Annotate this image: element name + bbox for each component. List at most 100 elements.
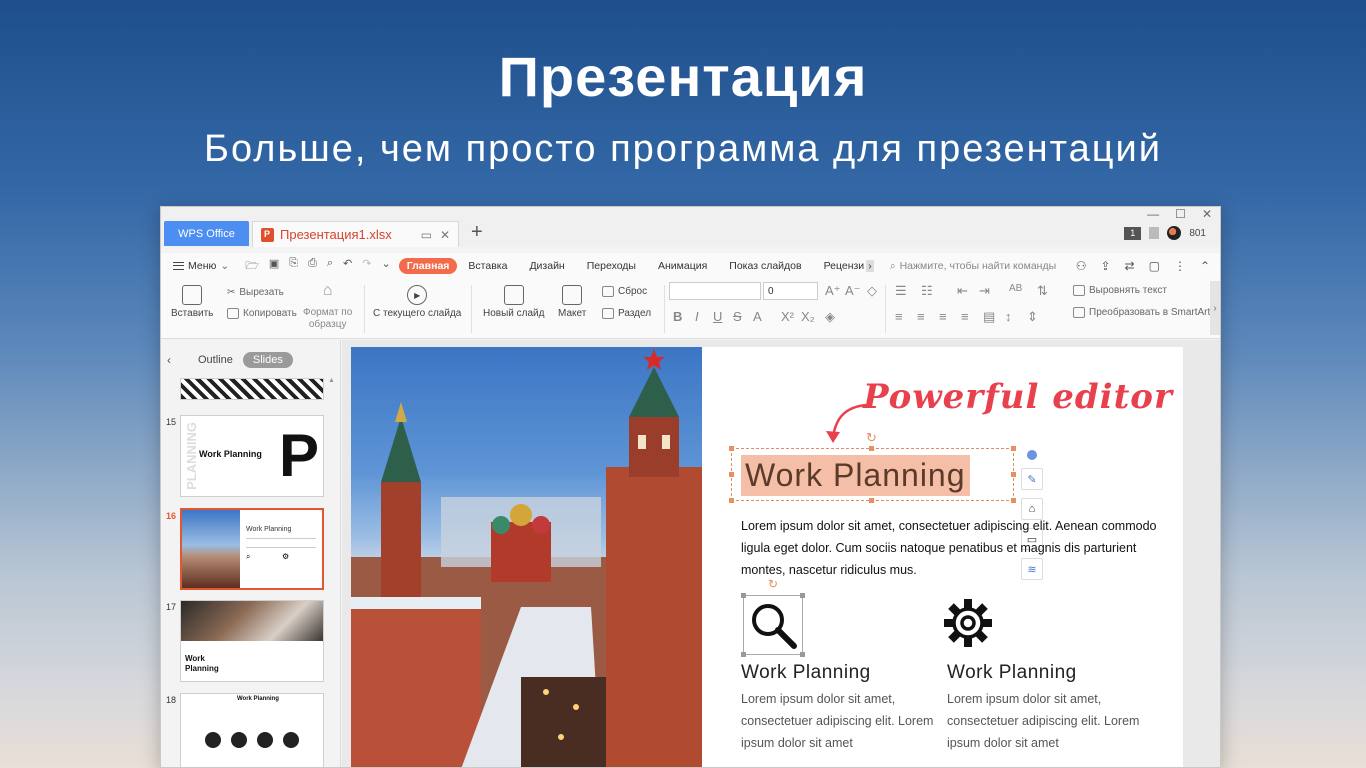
font-size-select[interactable]: 0: [763, 282, 818, 300]
resize-handle[interactable]: [1011, 446, 1016, 451]
resize-handle[interactable]: [741, 652, 746, 657]
tab-animation[interactable]: Анимация: [647, 260, 718, 272]
share-icon[interactable]: ⇪: [1100, 259, 1110, 273]
slide-thumbnail[interactable]: Work Planning: [180, 600, 324, 682]
resize-handle[interactable]: [800, 652, 805, 657]
layout-button[interactable]: Макет: [558, 285, 586, 319]
superscript-icon[interactable]: X²: [781, 309, 794, 324]
tab-transitions[interactable]: Переходы: [576, 260, 647, 272]
new-tab-button[interactable]: +: [471, 221, 483, 244]
collaborate-icon[interactable]: ⚇: [1076, 259, 1087, 273]
preview-icon[interactable]: ⌕: [327, 257, 333, 276]
section-button[interactable]: Раздел: [602, 308, 651, 319]
minimize-icon[interactable]: —: [1147, 207, 1159, 221]
collapse-panel-icon[interactable]: ‹: [167, 353, 171, 367]
italic-icon[interactable]: I: [695, 309, 699, 324]
paragraph-spacing-icon[interactable]: ⇕: [1027, 309, 1038, 325]
line-spacing-icon[interactable]: ↕: [1005, 309, 1012, 324]
reset-button[interactable]: Сброс: [602, 286, 647, 297]
more-tabs-icon[interactable]: ›: [866, 260, 874, 272]
distribute-icon[interactable]: ▤: [983, 309, 995, 325]
tab-outline[interactable]: Outline: [198, 354, 233, 366]
redo-icon[interactable]: ↷: [362, 257, 371, 276]
tab-insert[interactable]: Вставка: [457, 260, 518, 272]
more-icon[interactable]: ⋮: [1174, 259, 1186, 273]
tab-review[interactable]: Рецензи: [813, 260, 867, 272]
play-from-current-button[interactable]: ▶ С текущего слайда: [373, 285, 461, 319]
align-right-icon[interactable]: ≡: [939, 309, 947, 324]
resize-handle[interactable]: [800, 593, 805, 598]
comment-icon[interactable]: ▢: [1149, 259, 1160, 273]
new-slide-button[interactable]: Новый слайд: [483, 285, 544, 319]
rotate-handle-icon[interactable]: ↻: [768, 577, 778, 591]
collapse-ribbon-icon[interactable]: ⌃: [1200, 259, 1210, 273]
slide-thumbnail[interactable]: Work Planning: [180, 693, 324, 767]
resize-handle[interactable]: [729, 472, 734, 477]
slide-thumbnail-selected[interactable]: Work Planning ⌕ ⚙: [180, 508, 324, 590]
align-center-icon[interactable]: ≡: [917, 309, 925, 324]
close-window-icon[interactable]: ✕: [1202, 207, 1212, 221]
current-slide[interactable]: Powerful editor ↻ Work Planning ✎ ⌂ ▭ ≋ …: [351, 347, 1183, 767]
grow-font-icon[interactable]: A⁺: [825, 283, 841, 299]
resize-handle[interactable]: [869, 498, 874, 503]
tab-document[interactable]: Презентация1.xlsx ▭ ✕: [252, 221, 459, 247]
copy-button[interactable]: Копировать: [227, 308, 297, 319]
minus-circle-icon[interactable]: [1027, 450, 1037, 460]
icon-selection-box[interactable]: [741, 593, 805, 657]
decrease-indent-icon[interactable]: ⇤: [957, 283, 968, 299]
strikethrough-icon[interactable]: S: [733, 309, 742, 324]
align-left-icon[interactable]: ≡: [895, 309, 903, 324]
sort-icon[interactable]: ⇅: [1037, 283, 1048, 299]
rotate-handle-icon[interactable]: ↻: [866, 430, 877, 446]
numbering-icon[interactable]: ☷: [921, 283, 933, 299]
print-icon[interactable]: ⎙: [308, 257, 317, 276]
scroll-up-icon[interactable]: ▲: [328, 377, 335, 384]
maximize-icon[interactable]: ☐: [1175, 207, 1186, 221]
monitor-icon[interactable]: ▭: [421, 228, 432, 242]
smartart-button[interactable]: Преобразовать в SmartArt: [1073, 307, 1210, 318]
resize-handle[interactable]: [869, 446, 874, 451]
shrink-font-icon[interactable]: A⁻: [845, 283, 861, 299]
font-family-select[interactable]: [669, 282, 761, 300]
underline-icon[interactable]: U: [713, 309, 722, 324]
slide-body-text[interactable]: Lorem ipsum dolor sit amet, consectetuer…: [741, 515, 1161, 581]
open-icon[interactable]: 🗁: [245, 257, 259, 276]
menu-button[interactable]: Меню ⌄: [173, 260, 229, 272]
undo-icon[interactable]: ↶: [343, 257, 352, 276]
notification-badge[interactable]: 1: [1124, 226, 1142, 240]
command-search[interactable]: ⌕ Нажмите, чтобы найти команды: [890, 260, 1056, 273]
customize-icon[interactable]: ⌄: [381, 257, 390, 276]
justify-icon[interactable]: ≡: [961, 309, 969, 324]
sync-icon[interactable]: ⇄: [1125, 259, 1135, 273]
cut-button[interactable]: ✂ Вырезать: [227, 287, 284, 298]
paste-button[interactable]: Вставить: [171, 285, 213, 319]
save-icon[interactable]: ▣: [269, 257, 279, 276]
tab-slideshow[interactable]: Показ слайдов: [718, 260, 812, 272]
resize-handle[interactable]: [729, 446, 734, 451]
tab-wps-office[interactable]: WPS Office: [164, 221, 249, 246]
highlight-icon[interactable]: ◈: [825, 309, 835, 325]
tab-home[interactable]: Главная: [398, 258, 458, 274]
toolbar-scroll-right[interactable]: ›: [1210, 281, 1220, 335]
text-direction-icon[interactable]: AB: [1009, 283, 1022, 294]
edit-icon[interactable]: ✎: [1021, 468, 1043, 490]
bold-icon[interactable]: B: [673, 309, 682, 324]
resize-handle[interactable]: [1011, 498, 1016, 503]
format-painter-button[interactable]: ⌂ Формат по образцу: [303, 283, 352, 331]
slide-thumbnail[interactable]: PLANNING Work Planning P: [180, 415, 324, 497]
bullets-icon[interactable]: ☰: [895, 283, 907, 299]
resize-handle[interactable]: [1011, 472, 1016, 477]
close-tab-icon[interactable]: ✕: [440, 228, 450, 242]
font-color-icon[interactable]: A: [753, 309, 762, 324]
resize-handle[interactable]: [741, 593, 746, 598]
slide-title[interactable]: Work Planning: [741, 455, 970, 496]
tab-design[interactable]: Дизайн: [518, 260, 575, 272]
subscript-icon[interactable]: X₂: [801, 309, 815, 324]
tab-slides[interactable]: Slides: [242, 352, 293, 368]
clear-format-icon[interactable]: ◇: [867, 283, 877, 299]
increase-indent-icon[interactable]: ⇥: [979, 283, 990, 299]
resize-handle[interactable]: [729, 498, 734, 503]
align-text-button[interactable]: Выровнять текст: [1073, 285, 1167, 296]
export-icon[interactable]: ⎘: [289, 257, 298, 276]
avatar[interactable]: [1167, 226, 1182, 240]
